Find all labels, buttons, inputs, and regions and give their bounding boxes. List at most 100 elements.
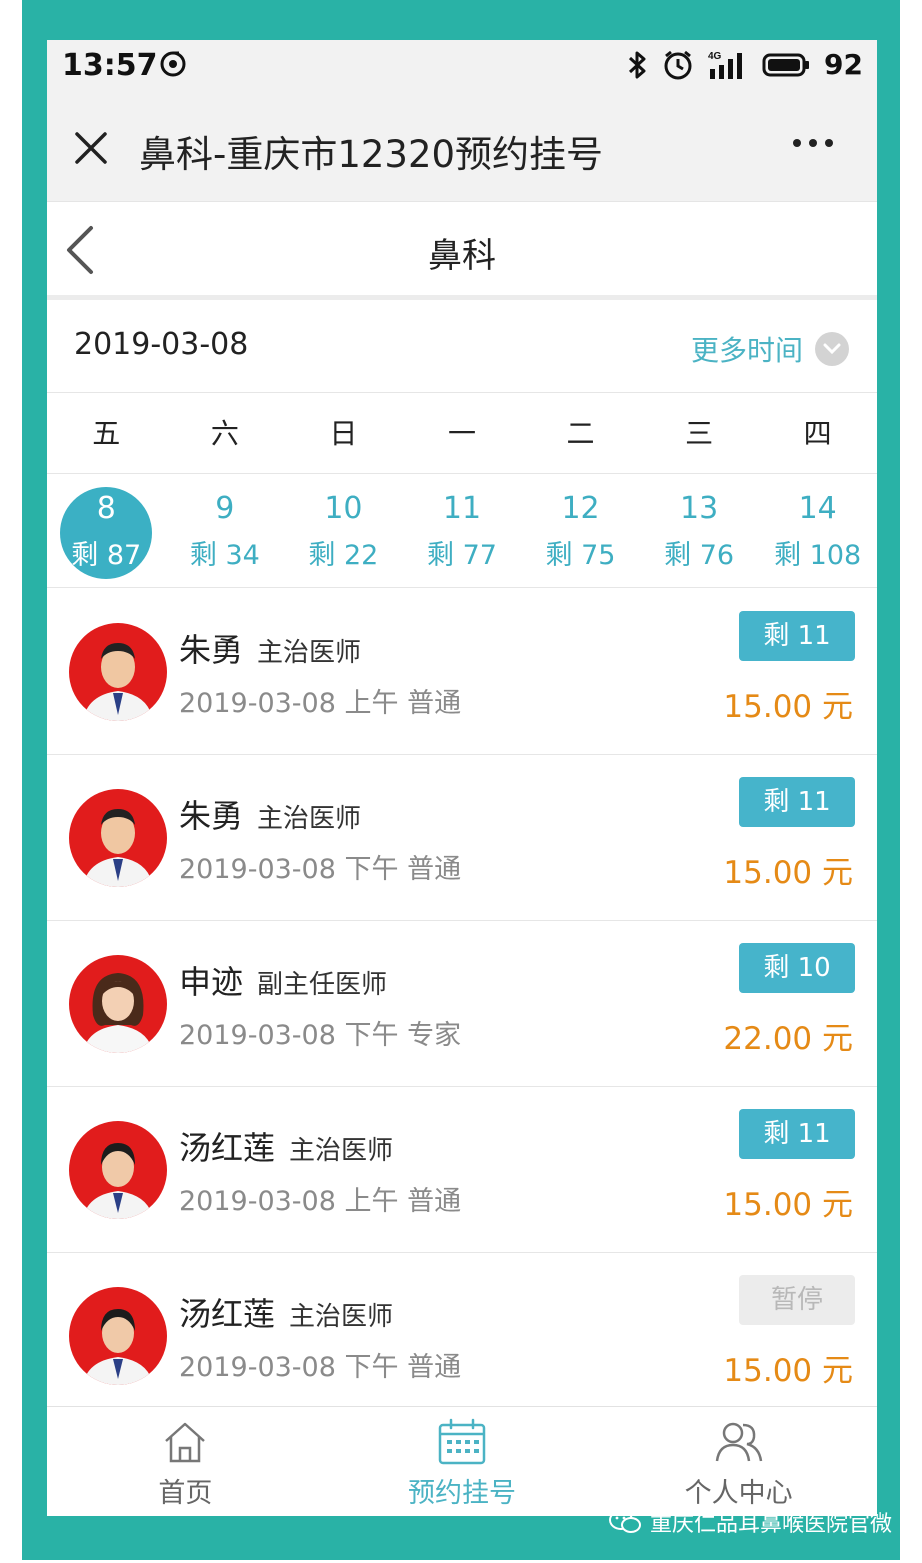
doctor-title: 主治医师 <box>257 638 362 668</box>
more-options-icon[interactable] <box>791 136 835 150</box>
weekday-label: 日 <box>329 417 358 450</box>
doctor-name-line: 申迹 副主任医师 <box>179 957 387 1003</box>
registration-fee: 15.00 元 <box>723 855 853 891</box>
title-bar: 鼻科-重庆市12320预约挂号 <box>47 94 877 202</box>
appointment-info: 2019-03-08 下午 普通 <box>179 854 462 885</box>
window-title: 鼻科-重庆市12320预约挂号 <box>139 133 604 176</box>
doctor-title: 主治医师 <box>257 804 362 834</box>
day-number: 11 <box>442 491 482 526</box>
doctor-name: 汤红莲 <box>179 1129 276 1167</box>
notification-swirl-icon <box>160 51 186 77</box>
wechat-icon <box>608 1510 641 1533</box>
doctor-name: 申迹 <box>179 963 244 1001</box>
status-right-group: 4G 92 <box>626 48 863 81</box>
remaining-slots-badge[interactable]: 剩 11 <box>739 611 855 661</box>
day-cell[interactable]: 13 剩 76 <box>640 475 759 587</box>
calendar-icon <box>438 1418 486 1465</box>
alarm-icon <box>664 50 692 79</box>
day-number: 13 <box>680 491 719 526</box>
status-time: 13:57 <box>62 48 158 83</box>
doctor-avatar-male <box>69 789 167 887</box>
page-title: 鼻科 <box>428 236 496 276</box>
remaining-slots-badge[interactable]: 剩 10 <box>739 943 855 993</box>
doctor-name-line: 朱勇 主治医师 <box>179 625 361 671</box>
close-icon[interactable] <box>73 130 109 166</box>
bottom-tab-bar: 首页 预约挂号 个人中心 <box>47 1406 877 1516</box>
appointment-info: 2019-03-08 下午 普通 <box>179 1352 462 1383</box>
registration-fee: 15.00 元 <box>723 1187 853 1223</box>
network-type: 4G <box>708 51 722 62</box>
home-icon <box>165 1422 206 1463</box>
doctor-name: 朱勇 <box>179 797 244 835</box>
doctor-row[interactable]: 申迹 副主任医师 2019-03-08 下午 专家 剩 10 22.00 元 <box>47 921 877 1087</box>
appointment-info: 2019-03-08 上午 普通 <box>179 688 462 719</box>
day-number: 14 <box>798 491 837 526</box>
weekday-label: 六 <box>210 417 239 450</box>
more-time-label: 更多时间 <box>690 334 803 367</box>
doctor-avatar-female <box>69 1287 167 1385</box>
tab-label: 预约挂号 <box>408 1478 516 1509</box>
doctor-name-line: 朱勇 主治医师 <box>179 791 361 837</box>
day-remaining: 剩 77 <box>426 540 497 571</box>
wechat-watermark: 重庆仁品耳鼻喉医院官微 <box>608 1506 892 1538</box>
more-time-button[interactable]: 更多时间 <box>691 329 849 369</box>
current-date: 2019-03-08 <box>74 327 249 362</box>
day-cell-selected[interactable]: 8 剩 87 <box>47 475 166 587</box>
users-icon <box>715 1422 762 1462</box>
doctor-title: 主治医师 <box>289 1302 394 1332</box>
appointment-info: 2019-03-08 上午 普通 <box>179 1186 462 1217</box>
day-remaining: 剩 34 <box>189 540 260 571</box>
weekday-label: 一 <box>447 417 476 450</box>
tab-label: 首页 <box>158 1478 213 1509</box>
doctor-avatar-male <box>69 623 167 721</box>
tab-appointment[interactable]: 预约挂号 <box>324 1407 601 1516</box>
doctor-title: 副主任医师 <box>257 970 388 1000</box>
tab-label: 个人中心 <box>684 1478 793 1509</box>
phone-screen: 13:57 4G 92 鼻科-重庆市12320预约挂号 鼻科 2019-03-0… <box>47 40 877 1516</box>
day-cell[interactable]: 10 剩 22 <box>284 475 403 587</box>
registration-fee: 22.00 元 <box>723 1021 853 1057</box>
day-cell[interactable]: 14 剩 108 <box>758 475 877 587</box>
doctor-name-line: 汤红莲 主治医师 <box>179 1123 393 1169</box>
doctor-title: 主治医师 <box>289 1136 394 1166</box>
weekday-label: 四 <box>803 417 832 450</box>
status-bar: 13:57 4G 92 <box>47 40 877 94</box>
doctor-row[interactable]: 汤红莲 主治医师 2019-03-08 上午 普通 剩 11 15.00 元 <box>47 1087 877 1253</box>
doctor-name-line: 汤红莲 主治医师 <box>179 1289 393 1335</box>
watermark-text: 重庆仁品耳鼻喉医院官微 <box>649 1512 892 1537</box>
tab-home[interactable]: 首页 <box>47 1407 324 1516</box>
weekday-row: 五 六 日 一 二 三 四 <box>47 394 877 474</box>
chevron-down-icon <box>815 332 849 366</box>
tab-profile[interactable]: 个人中心 <box>600 1407 877 1516</box>
doctor-row[interactable]: 汤红莲 主治医师 2019-03-08 下午 普通 暂停 15.00 元 <box>47 1253 877 1419</box>
battery-level: 92 <box>824 48 863 81</box>
weekday-label: 二 <box>566 417 595 450</box>
signal-icon: 4G <box>708 51 743 79</box>
day-number: 8 <box>96 491 116 526</box>
day-cell[interactable]: 9 剩 34 <box>166 475 285 587</box>
registration-fee: 15.00 元 <box>723 689 853 725</box>
day-number: 12 <box>561 491 600 526</box>
day-remaining: 剩 76 <box>664 540 735 571</box>
bluetooth-icon <box>629 51 646 78</box>
day-selector: 8 剩 87 9 剩 34 10 剩 22 11 剩 77 12 剩 75 13… <box>47 475 877 588</box>
battery-icon <box>762 53 810 76</box>
doctor-row[interactable]: 朱勇 主治医师 2019-03-08 上午 普通 剩 11 15.00 元 <box>47 589 877 755</box>
day-number: 10 <box>324 491 363 526</box>
remaining-slots-badge[interactable]: 剩 11 <box>739 1109 855 1159</box>
day-remaining: 剩 22 <box>308 540 379 571</box>
doctor-name: 汤红莲 <box>179 1295 276 1333</box>
day-cell[interactable]: 11 剩 77 <box>403 475 522 587</box>
doctor-name: 朱勇 <box>179 631 244 669</box>
remaining-slots-badge[interactable]: 剩 11 <box>739 777 855 827</box>
day-remaining: 剩 75 <box>545 540 616 571</box>
day-remaining: 剩 108 <box>774 540 862 571</box>
doctor-row[interactable]: 朱勇 主治医师 2019-03-08 下午 普通 剩 11 15.00 元 <box>47 755 877 921</box>
day-cell[interactable]: 12 剩 75 <box>521 475 640 587</box>
doctor-avatar-female <box>69 955 167 1053</box>
doctor-avatar-female <box>69 1121 167 1219</box>
day-remaining: 剩 87 <box>71 540 142 571</box>
paused-badge: 暂停 <box>739 1275 855 1325</box>
nav-header: 鼻科 <box>47 202 877 300</box>
day-number: 9 <box>215 491 235 526</box>
